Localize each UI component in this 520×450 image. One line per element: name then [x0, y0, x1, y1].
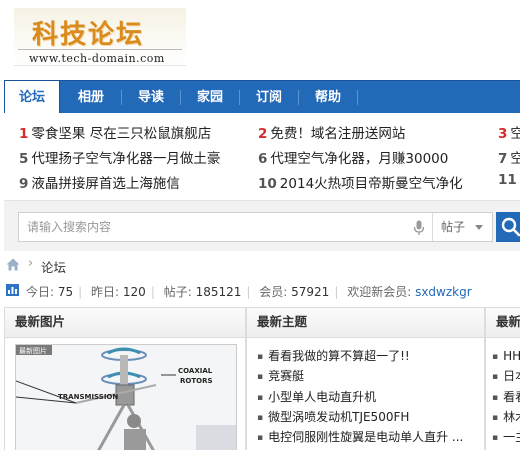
breadcrumb-separator-icon: ›: [28, 256, 34, 271]
nav-tab-forum[interactable]: 论坛: [4, 81, 60, 114]
latest-image-thumbnail[interactable]: 最新图片 COAXIAL ROTORS TRANSMISSION: [15, 344, 237, 450]
topic-list: 看看我做的算不算超一了!! 竞赛艇 小型单人电动直升机 微型涡喷发动机TJE50…: [257, 346, 463, 447]
ad-link[interactable]: 10 2014火热项目帝斯曼空气净化: [258, 172, 463, 192]
helicopter-diagram-image: 最新图片 COAXIAL ROTORS TRANSMISSION: [16, 345, 236, 450]
site-logo[interactable]: 科技论坛 www.tech-domain.com: [14, 8, 186, 66]
ad-text: 2014火热项目帝斯曼空气净化: [279, 176, 463, 192]
ad-rank: 7: [498, 151, 508, 167]
stat-label: 会员:: [259, 285, 288, 299]
ad-text: 零食坚果 尽在三只松鼠旗舰店: [31, 126, 212, 142]
ad-link[interactable]: 111: [498, 172, 520, 188]
panel-title: 最新: [486, 308, 520, 338]
logo-divider: [18, 49, 182, 50]
ad-rank: 11: [498, 172, 517, 188]
ad-rank: 10: [258, 176, 277, 192]
ad-links: 1 零食坚果 尽在三只松鼠旗舰店 2 免费！域名注册送网站 3空 5 代理扬子空气净化…: [4, 113, 520, 201]
chevron-down-icon[interactable]: [475, 225, 483, 230]
ad-text: 免费！域名注册送网站: [270, 126, 406, 142]
stat-label: 欢迎新会员:: [347, 285, 412, 299]
ad-text: 代理扬子空气净化器一月做土豪: [31, 151, 221, 167]
topic-link[interactable]: 一主: [492, 427, 520, 447]
topic-link[interactable]: 小型单人电动直升机: [257, 387, 463, 407]
nav-tab-subscribe[interactable]: 订阅: [240, 81, 298, 114]
panel-title: 最新主题: [247, 308, 484, 338]
microphone-icon[interactable]: [413, 220, 425, 236]
ad-rank: 9: [19, 176, 29, 192]
stat-label: 今日:: [26, 285, 55, 299]
image-badge: 最新图片: [19, 346, 47, 355]
home-icon[interactable]: [6, 258, 20, 271]
search-button[interactable]: [496, 212, 520, 242]
ad-text: 代理空气净化器，月赚30000: [270, 151, 449, 167]
rotors-label: ROTORS: [180, 377, 213, 385]
stat-yesterday-value: 120: [122, 285, 146, 299]
ad-text: 空: [510, 126, 520, 142]
search-icon: [501, 217, 520, 237]
site-url: www.tech-domain.com: [29, 52, 165, 65]
ad-text: 空: [510, 151, 520, 167]
search-type-select[interactable]: 帖子: [441, 213, 465, 241]
stat-today-value: 75: [57, 285, 74, 299]
latest-replies-panel: 最新 HH 日本 看看 林木 一主: [485, 307, 520, 450]
stat-members-value: 57921: [291, 285, 330, 299]
topic-link[interactable]: 微型涡喷发动机TJE500FH: [257, 407, 463, 427]
nav-divider: [357, 90, 358, 105]
topic-link[interactable]: 电控伺服刚性旋翼是电动单人直升 ...: [257, 427, 463, 447]
ad-link[interactable]: 9 液晶拼接屏首选上海施信: [19, 172, 180, 192]
main-nav: 论坛 相册 导读 家园 订阅 帮助: [4, 80, 520, 114]
stat-posts-value: 185121: [195, 285, 242, 299]
stat-label: 帖子:: [163, 285, 192, 299]
nav-tab-home[interactable]: 家园: [181, 81, 239, 114]
latest-topics-panel: 最新主题 看看我做的算不算超一了!! 竞赛艇 小型单人电动直升机 微型涡喷发动机…: [246, 307, 485, 450]
ad-link[interactable]: 7空: [498, 147, 520, 167]
search-divider: [432, 213, 433, 241]
site-title: 科技论坛: [32, 20, 145, 50]
ad-rank: 3: [498, 126, 508, 142]
ad-rank: 5: [19, 151, 29, 167]
ad-link[interactable]: 1 零食坚果 尽在三只松鼠旗舰店: [19, 122, 211, 142]
ad-link[interactable]: 5 代理扬子空气净化器一月做土豪: [19, 147, 220, 167]
nav-tab-album[interactable]: 相册: [62, 81, 120, 114]
breadcrumb: › 论坛: [4, 255, 520, 277]
stat-label: 昨日:: [91, 285, 120, 299]
search-input[interactable]: [27, 213, 407, 241]
coaxial-label: COAXIAL: [178, 367, 213, 375]
ad-rank: 6: [258, 151, 268, 167]
stats-chart-icon: [6, 284, 19, 296]
forum-stats: 今日: 75 | 昨日: 120 | 帖子: 185121 | 会员: 57921 | …: [4, 280, 520, 302]
search-bar: 帖子: [4, 201, 520, 251]
nav-tab-help[interactable]: 帮助: [299, 81, 357, 114]
ad-rank: 1: [19, 126, 29, 142]
ad-link[interactable]: 2 免费！域名注册送网站: [258, 122, 405, 142]
topic-link[interactable]: 日本: [492, 366, 520, 386]
latest-images-panel: 最新图片 最新图片 COAXIAL ROTORS TRANSMISSION: [4, 307, 246, 450]
search-box: 帖子: [18, 212, 493, 242]
topic-link[interactable]: HH: [492, 346, 520, 366]
topic-link[interactable]: 竞赛艇: [257, 366, 463, 386]
transmission-label: TRANSMISSION: [58, 393, 118, 401]
ad-link[interactable]: 3空: [498, 122, 520, 142]
topic-list: HH 日本 看看 林木 一主: [492, 346, 520, 447]
newest-member-link[interactable]: sxdwzkgr: [415, 285, 472, 299]
nav-tab-guide[interactable]: 导读: [122, 81, 180, 114]
ad-link[interactable]: 6 代理空气净化器，月赚30000: [258, 147, 448, 167]
panel-title: 最新图片: [5, 308, 245, 338]
ad-text: 液晶拼接屏首选上海施信: [31, 176, 180, 192]
topic-link[interactable]: 看看: [492, 387, 520, 407]
topic-link[interactable]: 林木: [492, 407, 520, 427]
breadcrumb-current[interactable]: 论坛: [41, 257, 66, 276]
topic-link[interactable]: 看看我做的算不算超一了!!: [257, 346, 463, 366]
ad-rank: 2: [258, 126, 268, 142]
